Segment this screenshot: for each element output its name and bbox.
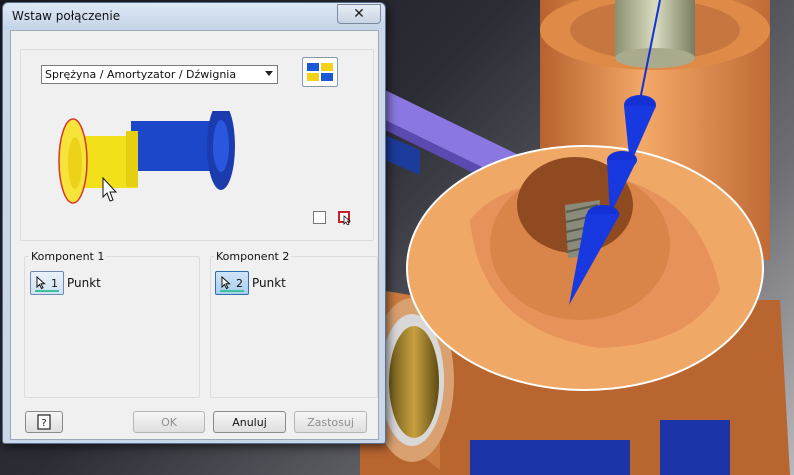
component2-value: Punkt — [252, 276, 286, 290]
chevron-down-icon — [265, 71, 273, 76]
close-button[interactable]: ✕ — [337, 4, 381, 24]
component2-label: Komponent 2 — [214, 250, 292, 263]
help-button[interactable]: ? — [25, 411, 63, 433]
component2-select-button[interactable]: 2 — [215, 271, 249, 295]
component1-select-button[interactable]: 1 — [30, 271, 64, 295]
selection-underline — [220, 290, 244, 292]
joint-type-selected-value: Sprężyna / Amortyzator / Dźwignia — [45, 68, 237, 81]
grounded-checkbox[interactable] — [313, 211, 326, 224]
select-other-icon[interactable] — [338, 211, 352, 225]
component1-label: Komponent 1 — [29, 250, 107, 263]
joint-preview-image — [58, 111, 235, 204]
dialog-client-area: Sprężyna / Amortyzator / Dźwignia Kompon… — [10, 30, 379, 440]
ok-button[interactable]: OK — [133, 411, 205, 433]
selection-underline — [35, 290, 59, 292]
component2-number: 2 — [236, 277, 243, 290]
cursor-arrow-icon — [221, 276, 231, 289]
joint-type-dropdown[interactable]: Sprężyna / Amortyzator / Dźwignia — [41, 65, 278, 84]
cursor-arrow-icon — [36, 276, 46, 289]
cancel-button[interactable]: Anuluj — [213, 411, 286, 433]
dialog-titlebar[interactable]: Wstaw połączenie ✕ — [3, 3, 385, 29]
component1-value: Punkt — [67, 276, 101, 290]
joint-grid-icon — [307, 63, 333, 81]
joint-table-button[interactable] — [302, 57, 338, 87]
dialog-title: Wstaw połączenie — [12, 9, 121, 23]
insert-joint-dialog: Wstaw połączenie ✕ Sprężyna / Amortyzato… — [2, 2, 386, 444]
component1-number: 1 — [51, 277, 58, 290]
close-icon: ✕ — [353, 6, 365, 22]
help-icon: ? — [37, 414, 51, 430]
svg-text:?: ? — [41, 418, 46, 429]
apply-button[interactable]: Zastosuj — [294, 411, 367, 433]
